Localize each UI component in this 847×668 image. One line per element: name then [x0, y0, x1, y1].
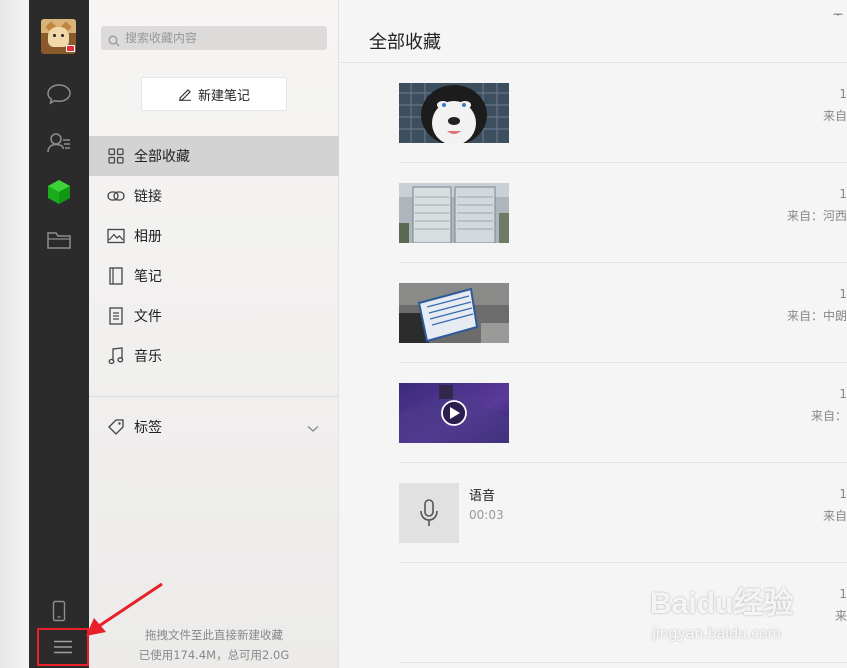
- sidebar-item-label: 相册: [134, 229, 162, 245]
- notification-badge: [66, 45, 75, 52]
- sidebar-divider: [89, 396, 339, 397]
- page-title: 全部收藏: [369, 32, 441, 53]
- folder-icon[interactable]: [45, 226, 73, 254]
- file-icon: [107, 307, 125, 325]
- search-icon: [108, 31, 120, 55]
- baidu-watermark: Baidu经验 jingyan.baidu.com: [650, 578, 830, 648]
- avatar[interactable]: [41, 19, 76, 54]
- icon-rail: [29, 0, 89, 668]
- list-item[interactable]: 语音 00:03 1 来自: [399, 463, 847, 563]
- voice-thumb: [399, 483, 459, 543]
- image-icon: [107, 227, 125, 245]
- sidebar-item-album[interactable]: 相册: [89, 216, 339, 256]
- sidebar-item-label: 链接: [134, 189, 162, 205]
- item-date: 1: [839, 387, 847, 401]
- search-placeholder: 搜索收藏内容: [125, 31, 198, 45]
- music-icon: [107, 347, 125, 365]
- sidebar-item-label: 笔记: [134, 269, 162, 285]
- pencil-icon: [178, 89, 191, 101]
- sidebar-item-label: 标签: [134, 420, 162, 436]
- chat-icon[interactable]: [45, 80, 73, 108]
- sidebar-item-all[interactable]: 全部收藏: [89, 136, 339, 176]
- favorites-cube-icon[interactable]: [45, 178, 73, 206]
- voice-title: 语音: [469, 489, 496, 504]
- favorites-sidebar: 搜索收藏内容 新建笔记 全部收藏 链接 相册 笔记 文件 音乐 标签 拖拽文件至…: [89, 0, 339, 668]
- phone-icon[interactable]: [45, 597, 73, 625]
- link-icon: [107, 187, 125, 205]
- sidebar-item-files[interactable]: 文件: [89, 296, 339, 336]
- item-date: 1: [839, 87, 847, 101]
- voice-duration: 00:03: [469, 508, 504, 522]
- pin-icon[interactable]: ᅮ: [833, 6, 843, 22]
- microphone-icon: [420, 499, 438, 526]
- sidebar-item-notes[interactable]: 笔记: [89, 256, 339, 296]
- watermark-brand: Baidu经验: [650, 587, 794, 620]
- chevron-down-icon[interactable]: [307, 421, 319, 437]
- item-source: 来自：河西: [786, 209, 847, 223]
- item-date: 1: [839, 187, 847, 201]
- storage-usage: 已使用174.4M，总可用2.0G: [138, 648, 290, 662]
- sidebar-item-links[interactable]: 链接: [89, 176, 339, 216]
- annotation-arrow: [86, 582, 163, 636]
- item-source: 来: [834, 609, 847, 623]
- item-date: 1: [839, 487, 847, 501]
- sidebar-item-label: 全部收藏: [134, 149, 190, 165]
- desktop-edge: [0, 0, 29, 668]
- grid-icon: [107, 147, 125, 165]
- favorites-list-panel: 全部收藏 ᅮ 1 来自 1 来自：河西 1 来自：中朗 1 来自： 语音 00:…: [339, 0, 847, 668]
- list-item[interactable]: 1 来自：: [399, 363, 847, 463]
- item-date: 1: [839, 587, 847, 601]
- husky-photo: [399, 83, 509, 143]
- item-source: 来自：: [810, 409, 847, 423]
- sidebar-item-label: 音乐: [134, 349, 162, 365]
- item-source: 来自: [822, 509, 847, 523]
- item-date: 1: [839, 287, 847, 301]
- new-note-label: 新建笔记: [197, 88, 250, 104]
- search-input[interactable]: 搜索收藏内容: [101, 26, 327, 50]
- list-item[interactable]: 1 来自: [399, 63, 847, 163]
- tag-icon: [107, 418, 125, 436]
- contacts-icon[interactable]: [45, 129, 73, 157]
- sidebar-item-label: 文件: [134, 309, 162, 325]
- hamburger-icon: [54, 640, 72, 654]
- list-item[interactable]: 1 来自：中朗: [399, 263, 847, 363]
- desk-sign-photo: [399, 283, 509, 343]
- sidebar-item-music[interactable]: 音乐: [89, 336, 339, 376]
- night-video: [399, 383, 509, 443]
- sidebar-item-tags[interactable]: 标签: [89, 407, 339, 447]
- list-item[interactable]: 1 来自：河西: [399, 163, 847, 263]
- item-source: 来自：中朗: [786, 309, 847, 323]
- watermark-url: jingyan.baidu.com: [652, 626, 782, 642]
- notebook-icon: [107, 267, 125, 285]
- new-note-button[interactable]: 新建笔记: [141, 77, 287, 111]
- item-source: 来自: [822, 109, 847, 123]
- timetable-board-photo: [399, 183, 509, 243]
